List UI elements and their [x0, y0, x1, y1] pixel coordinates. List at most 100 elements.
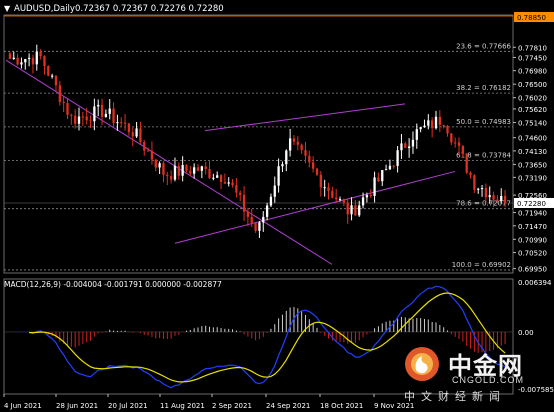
candle-body	[262, 216, 265, 223]
candle-body	[419, 127, 422, 130]
candle-body	[277, 166, 280, 186]
trading-chart[interactable]: 23.6 = 0.77666 38.2 = 0.76182 50.0 = 0.749…	[0, 0, 554, 412]
candle-body	[93, 106, 96, 122]
candle-body	[246, 211, 250, 217]
candle-body	[361, 197, 365, 206]
price-axis-label: 0.76500	[518, 81, 547, 89]
candle-body	[327, 187, 330, 192]
candle-body	[500, 195, 503, 202]
candle-body	[492, 195, 495, 200]
candle-body	[469, 172, 472, 176]
candle-body	[496, 199, 499, 202]
candle-body	[350, 205, 353, 215]
candle-body	[231, 182, 234, 186]
price-axis-label: 0.75140	[518, 119, 547, 127]
candle-body	[158, 163, 161, 168]
macd-label: MACD(12,26,9) -0.004004 -0.001791 0.0000…	[4, 280, 222, 289]
trendlines[interactable]	[5, 59, 456, 265]
candle-body	[465, 153, 468, 173]
candle-body	[31, 57, 35, 65]
candle-body	[384, 169, 388, 171]
candle-body	[162, 163, 165, 175]
fibonacci-levels[interactable]: 23.6 = 0.77666 38.2 = 0.76182 50.0 = 0.749…	[4, 15, 513, 271]
price-axis-label: 0.70520	[518, 250, 547, 258]
candle-body	[146, 150, 150, 152]
candle-body	[154, 159, 157, 168]
candle-body	[273, 185, 276, 197]
watermark-domain: CNGOLD.COM	[452, 375, 525, 385]
candle-body	[315, 168, 319, 175]
price-axis-label: 0.76020	[518, 95, 547, 103]
candle-body	[66, 103, 69, 115]
fib-level-label: 100.0 = 0.69902	[452, 261, 511, 269]
candle-body	[254, 222, 257, 231]
main-panel-frame	[3, 14, 514, 274]
candle-body	[24, 59, 27, 63]
ohlc-readout: 0.72367 0.72367 0.72276 0.72280	[75, 4, 224, 14]
price-axis-label: 0.77450	[518, 54, 547, 62]
time-axis-label: 4 Jun 2021	[4, 402, 42, 410]
candle-body	[120, 122, 123, 124]
candle-body	[396, 150, 399, 166]
price-axis-label: 0.73650	[518, 161, 547, 169]
price-axis-label: 0.76980	[518, 68, 547, 76]
candle-body	[415, 129, 418, 140]
candle-body	[181, 165, 184, 176]
candle-body	[477, 188, 480, 190]
candle-body	[135, 128, 138, 137]
candle-body	[473, 175, 476, 190]
candle-body	[427, 120, 430, 126]
candle-body	[227, 182, 230, 184]
candle-body	[185, 165, 188, 171]
candle-body	[193, 167, 196, 174]
candle-body	[97, 104, 100, 107]
price-axis-label: 0.71940	[518, 210, 547, 218]
candle-body	[100, 104, 104, 117]
price-axis-label: 0.70990	[518, 236, 547, 244]
price-axis-label: 0.74600	[518, 135, 547, 143]
candle-body	[438, 116, 441, 125]
candle-body	[484, 188, 488, 198]
candle-body	[8, 53, 12, 59]
candle-body	[235, 185, 238, 193]
fib-level-label: 38.2 = 0.76182	[456, 84, 511, 92]
candle-body	[265, 205, 269, 217]
macd-axis-label: 0.006394	[518, 279, 552, 287]
candle-body	[250, 216, 253, 223]
candle-body	[392, 165, 395, 167]
candle-body	[377, 177, 380, 182]
fib-level-label: 50.0 = 0.74983	[456, 118, 511, 126]
candle-body	[54, 75, 58, 86]
candle-body	[108, 108, 111, 114]
fib-level-label: 78.6 = 0.72077	[456, 200, 511, 208]
candle-body	[411, 139, 415, 147]
candle-body	[208, 169, 211, 179]
watermark-subtitle: 中文财经新闻	[404, 390, 506, 403]
candle-body	[312, 162, 315, 169]
candle-body	[400, 143, 403, 151]
candle-body	[200, 166, 203, 171]
candle-body	[434, 116, 438, 129]
candle-body	[308, 155, 311, 163]
candle-body	[47, 66, 50, 76]
candle-body	[358, 205, 361, 216]
top-price-tag-label: 0.78850	[517, 14, 546, 22]
candle-body	[150, 150, 154, 160]
candle-body	[70, 114, 73, 116]
flame-globe-icon	[405, 347, 439, 381]
candle-body	[446, 126, 449, 134]
candle-body	[139, 128, 142, 143]
candle-body	[196, 167, 200, 171]
candle-body	[43, 56, 46, 67]
candle-body	[39, 51, 42, 57]
candle-body	[503, 195, 507, 203]
time-axis-label: 18 Oct 2021	[320, 402, 363, 410]
macd-axis-label: 0.00	[518, 329, 534, 337]
candle-body	[20, 62, 23, 65]
candle-body	[338, 199, 342, 201]
candle-body	[242, 194, 246, 212]
price-axis-label: 0.75620	[518, 106, 547, 114]
candle-body	[331, 191, 334, 198]
dropdown-arrow-icon[interactable]: ▼	[4, 4, 11, 13]
price-axis-label: 0.77810	[518, 44, 547, 52]
